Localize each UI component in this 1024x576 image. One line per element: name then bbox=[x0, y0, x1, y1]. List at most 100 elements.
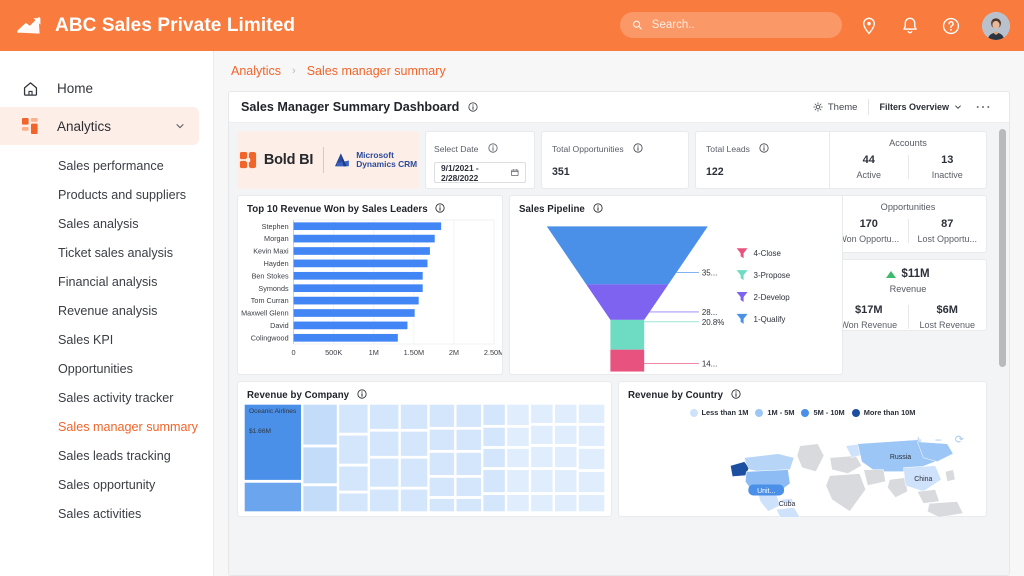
sidebar-item-financial-analysis[interactable]: Financial analysis bbox=[0, 267, 213, 296]
microsoft-dynamics-logo: Microsoft Dynamics CRM bbox=[334, 150, 417, 170]
user-avatar[interactable] bbox=[982, 11, 1010, 40]
total-opportunities-card: Total Opportunities 351 bbox=[541, 131, 689, 189]
breadcrumb-current[interactable]: Sales manager summary bbox=[307, 64, 446, 78]
stat-value: $6M bbox=[936, 304, 958, 316]
sidebar-item-label: Sales leads tracking bbox=[58, 448, 171, 463]
dynamics-crm-icon bbox=[335, 153, 350, 167]
theme-button[interactable]: Theme bbox=[802, 102, 869, 113]
select-date-label: Select Date bbox=[434, 144, 479, 154]
filters-overview-label: Filters Overview bbox=[879, 102, 949, 112]
grid-dashboard-icon bbox=[22, 117, 38, 134]
date-range-value: 9/1/2021 - 2/28/2022 bbox=[441, 162, 479, 183]
accounts-values: 44 Active 13 Inactive bbox=[830, 154, 986, 180]
page-title: Sales Manager Summary Dashboard bbox=[241, 100, 478, 114]
kpi-label: Total Opportunities bbox=[552, 144, 624, 154]
svg-text:35...: 35... bbox=[702, 268, 717, 277]
sidebar-item-sales-activity-tracker[interactable]: Sales activity tracker bbox=[0, 383, 213, 412]
sidebar-item-home[interactable]: Home bbox=[0, 69, 213, 107]
svg-text:2.50M: 2.50M bbox=[484, 348, 502, 357]
sidebar-item-revenue-analysis[interactable]: Revenue analysis bbox=[0, 296, 213, 325]
revenue-values: $17M Won Revenue $6M Lost Revenue bbox=[830, 304, 986, 330]
sidebar-item-ticket-sales-analysis[interactable]: Ticket sales analysis bbox=[0, 238, 213, 267]
more-options-button[interactable] bbox=[972, 100, 999, 115]
svg-text:1M: 1M bbox=[369, 348, 379, 357]
revenue-total-caption: Revenue bbox=[889, 284, 927, 294]
svg-text:4-Close: 4-Close bbox=[754, 249, 782, 258]
svg-text:14...: 14... bbox=[702, 360, 717, 369]
sidebar-item-analytics[interactable]: Analytics bbox=[0, 107, 199, 145]
bell-notification-icon[interactable] bbox=[900, 16, 920, 36]
bar-chart-plot[interactable]: 0 500K 1M 1.50M 2M 2.50M Stephen Morgan Kevin Ma… bbox=[238, 216, 502, 374]
info-icon[interactable] bbox=[488, 143, 498, 153]
header-icon-group bbox=[859, 0, 1010, 51]
sidebar-item-sales-leads-tracking[interactable]: Sales leads tracking bbox=[0, 441, 213, 470]
brand-title: ABC Sales Private Limited bbox=[55, 14, 296, 36]
info-icon[interactable] bbox=[435, 203, 446, 213]
home-icon bbox=[23, 81, 38, 96]
lost-revenue: $6M Lost Revenue bbox=[909, 304, 987, 330]
svg-text:2-Develop: 2-Develop bbox=[754, 293, 791, 302]
help-circle-icon[interactable] bbox=[941, 16, 961, 36]
info-icon[interactable] bbox=[357, 389, 367, 399]
info-icon[interactable] bbox=[731, 389, 741, 399]
treemap-plot[interactable]: Oceanic Airlines $1.66M bbox=[244, 404, 605, 512]
svg-text:Colingwood: Colingwood bbox=[251, 333, 289, 342]
trending-up-chart-icon bbox=[17, 16, 41, 34]
svg-text:500K: 500K bbox=[325, 348, 342, 357]
sidebar-item-sales-analysis[interactable]: Sales analysis bbox=[0, 209, 213, 238]
search-input[interactable] bbox=[651, 19, 830, 31]
chevron-down-icon bbox=[955, 105, 961, 109]
sidebar-item-label: Sales activity tracker bbox=[58, 390, 174, 405]
svg-text:China: China bbox=[914, 476, 932, 483]
location-pin-icon[interactable] bbox=[859, 16, 879, 36]
svg-text:Stephen: Stephen bbox=[262, 222, 289, 231]
breadcrumb: Analytics › Sales manager summary bbox=[214, 51, 1024, 91]
dashboard-scrollbar-thumb[interactable] bbox=[999, 129, 1006, 367]
svg-text:David: David bbox=[270, 321, 289, 330]
svg-text:Symonds: Symonds bbox=[258, 284, 289, 293]
funnel-chart-plot[interactable]: 35... 28...20.8% 14... 4-Close 3-Propose 2-De… bbox=[510, 214, 842, 376]
world-map-plot[interactable]: Unit... Cuba Russia China bbox=[619, 400, 986, 518]
sidebar-item-sales-opportunity[interactable]: Sales opportunity bbox=[0, 470, 213, 499]
sidebar-item-label: Sales KPI bbox=[58, 332, 114, 347]
revenue-total-value: $11M bbox=[901, 268, 930, 280]
sidebar-item-label: Home bbox=[57, 80, 94, 96]
sidebar-item-products-and-suppliers[interactable]: Products and suppliers bbox=[0, 180, 213, 209]
info-icon[interactable] bbox=[759, 143, 770, 153]
calendar-icon[interactable] bbox=[511, 168, 519, 177]
info-icon[interactable] bbox=[468, 102, 478, 112]
sidebar-item-sales-manager-summary[interactable]: Sales manager summary bbox=[0, 412, 213, 441]
opportunities-values: 170 Won Opportu... 87 Lost Opportu... bbox=[830, 218, 986, 244]
sidebar-item-label: Sales activities bbox=[58, 506, 142, 521]
app-body: Home Analytics Sales performance Product… bbox=[0, 51, 1024, 576]
sidebar-item-label: Financial analysis bbox=[58, 274, 158, 289]
breadcrumb-root[interactable]: Analytics bbox=[231, 64, 281, 78]
opportunities-title: Opportunities bbox=[880, 202, 936, 212]
info-icon[interactable] bbox=[593, 203, 603, 213]
lost-opportunities: 87 Lost Opportu... bbox=[909, 218, 987, 244]
svg-text:1-Qualify: 1-Qualify bbox=[754, 315, 786, 324]
brand-logo-area[interactable]: ABC Sales Private Limited bbox=[16, 12, 295, 40]
more-horizontal-icon bbox=[976, 105, 990, 108]
brand-logos-card: Bold BI Microsoft Dynamics CRM bbox=[237, 131, 419, 189]
search-box[interactable] bbox=[620, 12, 842, 38]
search-icon bbox=[633, 20, 642, 30]
filters-overview-button[interactable]: Filters Overview bbox=[869, 102, 972, 112]
info-icon[interactable] bbox=[633, 143, 643, 153]
date-range-input[interactable]: 9/1/2021 - 2/28/2022 bbox=[434, 162, 526, 183]
sidebar-item-label: Analytics bbox=[57, 118, 112, 134]
svg-text:Maxwell Glenn: Maxwell Glenn bbox=[241, 309, 288, 318]
sidebar-item-label: Sales manager summary bbox=[58, 419, 198, 434]
sidebar-item-sales-activities[interactable]: Sales activities bbox=[0, 499, 213, 528]
select-date-card: Select Date 9/1/2021 - 2/28/2022 bbox=[425, 131, 535, 189]
sidebar-item-sales-kpi[interactable]: Sales KPI bbox=[0, 325, 213, 354]
sidebar-item-label: Sales opportunity bbox=[58, 477, 156, 492]
theme-button-label: Theme bbox=[827, 101, 858, 113]
sidebar-item-sales-performance[interactable]: Sales performance bbox=[0, 151, 213, 180]
triangle-up-icon bbox=[886, 270, 897, 278]
chevron-down-icon[interactable] bbox=[175, 121, 185, 131]
stat-value: 44 bbox=[862, 154, 875, 166]
sidebar-item-opportunities[interactable]: Opportunities bbox=[0, 354, 213, 383]
revenue-total: $11M bbox=[830, 266, 986, 280]
svg-text:2M: 2M bbox=[449, 348, 459, 357]
